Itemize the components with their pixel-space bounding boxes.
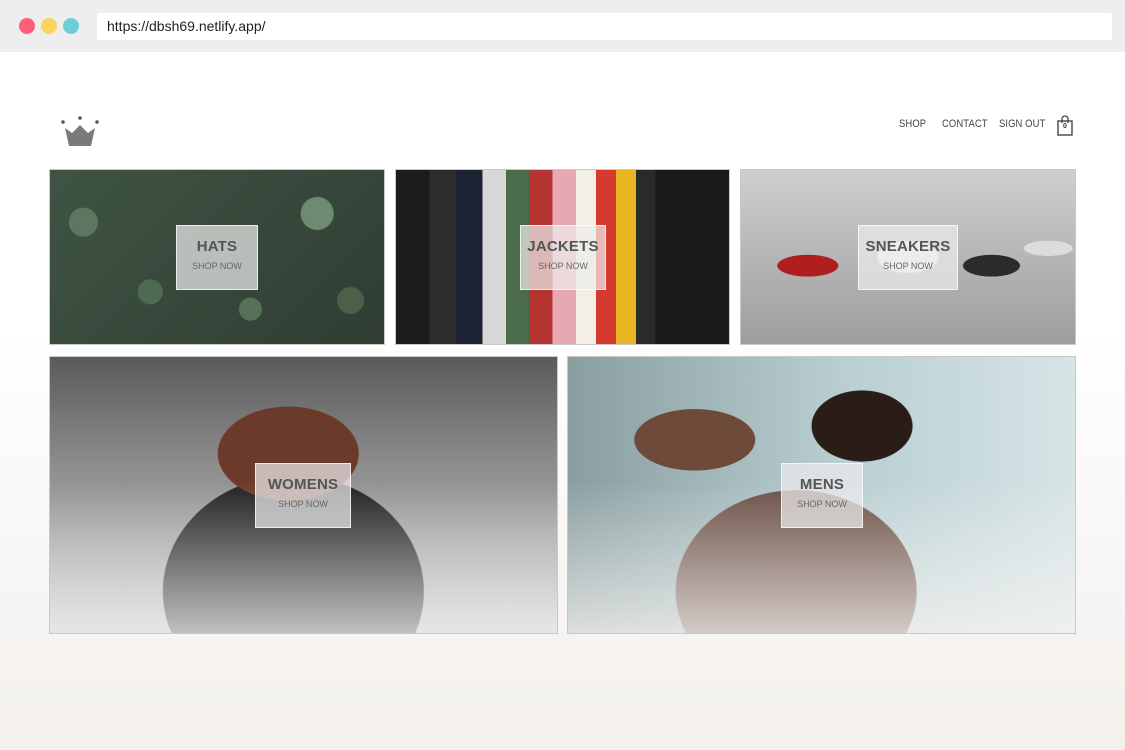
category-label-mens[interactable]: MENS SHOP NOW [781, 463, 863, 528]
category-tile-hats[interactable]: HATS SHOP NOW [49, 169, 385, 345]
address-bar[interactable]: https://dbsh69.netlify.app/ [97, 13, 1112, 40]
category-title: SNEAKERS [865, 238, 951, 255]
category-title: HATS [196, 238, 238, 255]
category-title: MENS [799, 476, 845, 493]
category-label-jackets[interactable]: JACKETS SHOP NOW [520, 225, 606, 290]
category-tile-womens[interactable]: WOMENS SHOP NOW [49, 356, 558, 634]
category-label-hats[interactable]: HATS SHOP NOW [176, 225, 258, 290]
crown-logo-icon[interactable] [60, 116, 100, 148]
shop-now-text: SHOP NOW [192, 261, 242, 271]
shop-now-text: SHOP NOW [797, 499, 847, 509]
category-tile-sneakers[interactable]: SNEAKERS SHOP NOW [740, 169, 1076, 345]
shop-now-text: SHOP NOW [278, 499, 328, 509]
category-title: JACKETS [527, 238, 599, 255]
category-label-womens[interactable]: WOMENS SHOP NOW [255, 463, 351, 528]
cart-button[interactable]: 0 [1056, 115, 1074, 136]
close-window-button[interactable] [19, 18, 35, 34]
shop-now-text: SHOP NOW [538, 261, 588, 271]
shop-now-text: SHOP NOW [883, 261, 933, 271]
category-tile-mens[interactable]: MENS SHOP NOW [567, 356, 1076, 634]
category-title: WOMENS [267, 476, 339, 493]
nav-contact-link[interactable]: CONTACT [942, 118, 988, 130]
maximize-window-button[interactable] [63, 18, 79, 34]
nav-sign-out-link[interactable]: SIGN OUT [999, 118, 1045, 130]
nav-shop-link[interactable]: SHOP [899, 118, 926, 130]
minimize-window-button[interactable] [41, 18, 57, 34]
category-label-sneakers[interactable]: SNEAKERS SHOP NOW [858, 225, 958, 290]
browser-chrome: https://dbsh69.netlify.app/ [0, 0, 1125, 52]
category-tile-jackets[interactable]: JACKETS SHOP NOW [395, 169, 730, 345]
cart-count: 0 [1063, 123, 1067, 130]
